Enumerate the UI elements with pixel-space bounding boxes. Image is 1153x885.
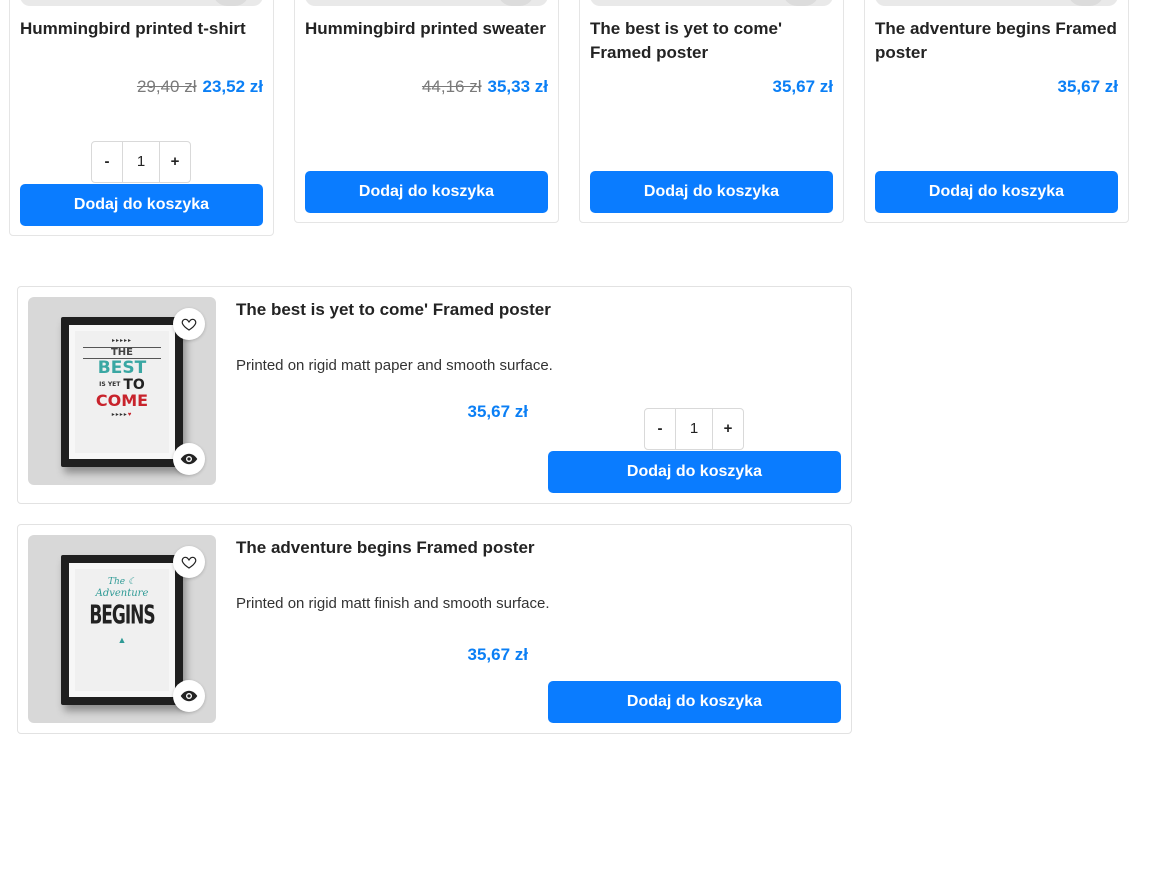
wishlist-button[interactable]	[498, 0, 534, 6]
poster-frame: The ☾ Adventure BEGINS ▲	[61, 555, 183, 705]
product-title[interactable]: The best is yet to come' Framed poster	[236, 298, 551, 322]
product-description: Printed on rigid matt finish and smooth …	[236, 595, 550, 612]
price-block: 44,16 zł 35,33 zł	[422, 77, 548, 97]
heart-icon[interactable]	[173, 546, 205, 578]
add-to-cart-button[interactable]: Dodaj do koszyka	[590, 171, 833, 213]
product-list-item: ▸▸▸▸▸ THE BEST IS YET TO COME ▸▸▸▸♥ The …	[17, 286, 852, 504]
eye-icon[interactable]	[173, 680, 205, 712]
regular-price: 29,40 zł	[136, 77, 197, 96]
quantity-stepper: - 1 +	[644, 408, 744, 450]
product-image[interactable]	[20, 0, 263, 6]
qty-decrease-button[interactable]: -	[92, 142, 122, 182]
add-to-cart-button[interactable]: Dodaj do koszyka	[875, 171, 1118, 213]
add-to-cart-button[interactable]: Dodaj do koszyka	[548, 681, 841, 723]
qty-input[interactable]: 1	[122, 142, 160, 182]
product-image[interactable]	[305, 0, 548, 6]
wishlist-button[interactable]	[783, 0, 819, 6]
product-title[interactable]: The adventure begins Framed poster	[236, 536, 535, 560]
product-card: Hummingbird printed sweater 44,16 zł 35,3…	[294, 0, 559, 223]
price: 35,67 zł	[772, 77, 834, 96]
qty-increase-button[interactable]: +	[160, 142, 190, 182]
poster-frame: ▸▸▸▸▸ THE BEST IS YET TO COME ▸▸▸▸♥	[61, 317, 183, 467]
product-description: Printed on rigid matt paper and smooth s…	[236, 357, 553, 374]
product-image[interactable]: ▸▸▸▸▸ THE BEST IS YET TO COME ▸▸▸▸♥	[28, 297, 216, 485]
product-list-item: The ☾ Adventure BEGINS ▲ The adventure b…	[17, 524, 852, 734]
price-block: 29,40 zł 23,52 zł	[137, 77, 263, 97]
price: 35,67 zł	[467, 645, 529, 664]
product-title[interactable]: The adventure begins Framed poster	[875, 17, 1120, 65]
quantity-stepper: - 1 +	[91, 141, 191, 183]
price: 35,67 zł	[1057, 77, 1119, 96]
qty-decrease-button[interactable]: -	[645, 409, 675, 449]
product-card: Hummingbird printed t-shirt 29,40 zł 23,5…	[9, 0, 274, 236]
sale-price: 35,33 zł	[487, 77, 549, 96]
product-image[interactable]	[875, 0, 1118, 6]
product-title[interactable]: The best is yet to come' Framed poster	[590, 17, 835, 65]
qty-input[interactable]: 1	[675, 409, 713, 449]
price-block: 35,67 zł	[773, 77, 834, 97]
wishlist-button[interactable]	[213, 0, 249, 6]
price-block: 35,67 zł	[1058, 77, 1119, 97]
eye-icon[interactable]	[173, 443, 205, 475]
wishlist-button[interactable]	[1068, 0, 1104, 6]
regular-price: 44,16 zł	[421, 77, 482, 96]
poster-best-yet-to-come: ▸▸▸▸▸ THE BEST IS YET TO COME ▸▸▸▸♥	[75, 331, 169, 453]
product-title[interactable]: Hummingbird printed t-shirt	[20, 17, 265, 41]
add-to-cart-button[interactable]: Dodaj do koszyka	[20, 184, 263, 226]
heart-icon[interactable]	[173, 308, 205, 340]
product-card: The adventure begins Framed poster 35,67…	[864, 0, 1129, 223]
product-image[interactable]: The ☾ Adventure BEGINS ▲	[28, 535, 216, 723]
add-to-cart-button[interactable]: Dodaj do koszyka	[305, 171, 548, 213]
product-title[interactable]: Hummingbird printed sweater	[305, 17, 550, 41]
product-card: The best is yet to come' Framed poster 3…	[579, 0, 844, 223]
price: 35,67 zł	[467, 402, 529, 421]
product-image[interactable]	[590, 0, 833, 6]
add-to-cart-button[interactable]: Dodaj do koszyka	[548, 451, 841, 493]
sale-price: 23,52 zł	[202, 77, 264, 96]
qty-increase-button[interactable]: +	[713, 409, 743, 449]
poster-adventure-begins: The ☾ Adventure BEGINS ▲	[75, 569, 169, 691]
